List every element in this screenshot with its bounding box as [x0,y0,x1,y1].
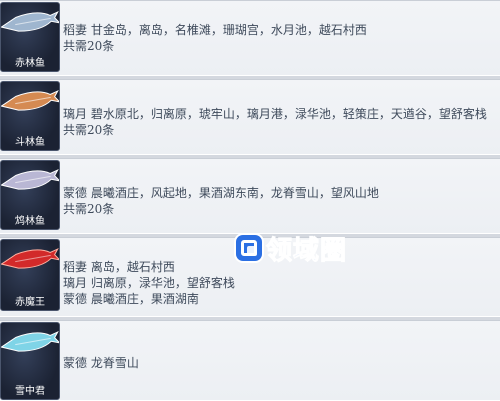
location-line: 蒙德 晨曦酒庄，果酒湖南 [63,292,199,306]
location-line: 稻妻 离岛，越石村西 [63,260,175,274]
fish-locations: 稻妻 离岛，越石村西 璃月 归离原，渌华池，望舒客栈 蒙德 晨曦酒庄，果酒湖南 [63,259,235,307]
fish-row-1: 赤林鱼 稻妻 甘金岛，离岛，名椎滩，珊瑚宫，水月池，越石村西 共需20条 [0,0,500,76]
fish-thumbnail-3: 鸩林鱼 [0,160,60,230]
count-line: 共需20条 [63,202,115,216]
fish-1-icon [1,10,59,32]
fish-5-icon [1,330,59,352]
fish-row-2: 斗林鱼 璃月 碧水原北，归离原，琥牢山，璃月港，渌华池，轻策庄，天遒谷，望舒客栈… [0,79,500,155]
fish-name: 赤魔王 [15,297,45,308]
location-line: 璃月 碧水原北，归离原，琥牢山，璃月港，渌华池，轻策庄，天遒谷，望舒客栈 [63,107,487,121]
fish-thumbnail-2: 斗林鱼 [0,81,60,151]
fish-4-icon [1,247,59,269]
fish-row-3: 鸩林鱼 蒙德 晨曦酒庄，风起地，果酒湖东南，龙脊雪山，望风山地 共需20条 [0,158,500,234]
count-line: 共需20条 [63,39,115,53]
count-line: 共需20条 [63,123,115,137]
location-line: 稻妻 甘金岛，离岛，名椎滩，珊瑚宫，水月池，越石村西 [63,23,367,37]
fish-row-5: 雪中君 蒙德 龙脊雪山 [0,320,500,401]
watermark-text: 领域圈 [265,235,348,266]
fish-thumbnail-1: 赤林鱼 [0,2,60,72]
fish-thumbnail-4: 赤魔王 [0,239,60,311]
fish-2-icon [1,89,59,111]
fish-locations: 稻妻 甘金岛，离岛，名椎滩，珊瑚宫，水月池，越石村西 共需20条 [63,22,367,54]
fish-locations: 璃月 碧水原北，归离原，琥牢山，璃月港，渌华池，轻策庄，天遒谷，望舒客栈 共需2… [63,106,487,138]
fish-locations: 蒙德 晨曦酒庄，风起地，果酒湖东南，龙脊雪山，望风山地 共需20条 [63,185,379,217]
location-line: 蒙德 晨曦酒庄，风起地，果酒湖东南，龙脊雪山，望风山地 [63,186,379,200]
location-line: 蒙德 龙脊雪山 [63,356,139,370]
fish-thumbnail-5: 雪中君 [0,322,60,400]
fish-locations: 蒙德 龙脊雪山 [63,355,139,371]
fish-name: 鸩林鱼 [15,216,45,227]
fish-name: 雪中君 [15,386,45,397]
fish-name: 赤林鱼 [15,58,45,69]
watermark: 领域圈 [236,230,347,266]
fish-name: 斗林鱼 [15,137,45,148]
location-line: 璃月 归离原，渌华池，望舒客栈 [63,276,235,290]
logo-square-icon [236,235,262,261]
fish-3-icon [1,168,59,190]
